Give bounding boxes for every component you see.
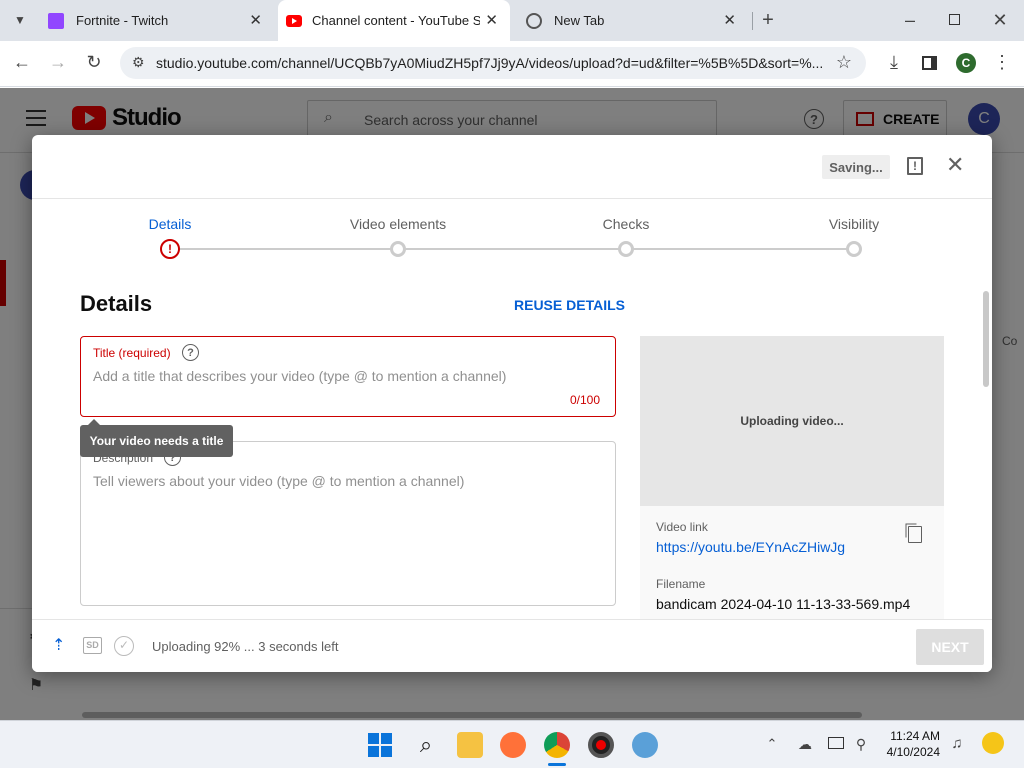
- upload-dialog: Saving... ! ✕ Details Video elements Che…: [32, 135, 992, 672]
- tab-separator: [752, 12, 753, 30]
- chrome-taskbar-icon[interactable]: [544, 732, 570, 758]
- stepper-track: [172, 248, 852, 250]
- close-tab-icon[interactable]: ✕: [723, 11, 736, 29]
- tab-new-tab[interactable]: New Tab ✕: [520, 0, 748, 41]
- step-checks-dot[interactable]: [618, 241, 634, 257]
- taskbar-time[interactable]: 11:24 AM: [886, 729, 940, 743]
- tab-youtube-studio[interactable]: Channel content - YouTube Studio ✕: [278, 0, 510, 41]
- reload-icon[interactable]: ↻: [84, 52, 104, 72]
- paint-app-icon[interactable]: [632, 732, 658, 758]
- close-tab-icon[interactable]: ✕: [249, 11, 262, 29]
- title-label: Title (required): [93, 346, 171, 360]
- restore-icon[interactable]: [949, 14, 960, 25]
- step-checks-label[interactable]: Checks: [556, 216, 696, 232]
- window-close-icon[interactable]: ✕: [990, 10, 1010, 30]
- tab-label: New Tab: [554, 13, 605, 28]
- filename-value: bandicam 2024-04-10 11-13-33-569.mp4: [656, 596, 911, 612]
- title-char-counter: 0/100: [570, 393, 601, 407]
- title-input[interactable]: Add a title that describes your video (t…: [93, 368, 506, 384]
- file-explorer-icon[interactable]: [457, 732, 483, 758]
- video-link-label: Video link: [656, 520, 708, 534]
- video-link[interactable]: https://youtu.be/EYnAcZHiwJg: [656, 539, 845, 555]
- title-field[interactable]: Title (required) ? Add a title that desc…: [80, 336, 616, 417]
- title-help-icon[interactable]: ?: [182, 344, 199, 361]
- filename-label: Filename: [656, 577, 706, 591]
- scrollbar-thumb[interactable]: [983, 291, 989, 387]
- details-heading: Details: [80, 291, 153, 316]
- saving-badge: Saving...: [822, 155, 890, 179]
- chrome-icon: [526, 12, 542, 29]
- weather-widget-icon[interactable]: [982, 732, 1004, 754]
- sd-quality-icon: SD: [83, 637, 102, 654]
- twitch-icon: [48, 12, 64, 29]
- menu-kebab-icon[interactable]: ⋮: [992, 52, 1012, 72]
- close-dialog-icon[interactable]: ✕: [946, 153, 964, 177]
- step-details-label[interactable]: Details: [100, 216, 240, 232]
- url-text: studio.youtube.com/channel/UCQBb7yA0Miud…: [156, 55, 824, 71]
- site-settings-icon[interactable]: ⚙: [132, 54, 145, 71]
- upload-arrow-icon: ⇡: [52, 637, 66, 654]
- bandicam-record-icon[interactable]: [588, 732, 614, 758]
- display-icon[interactable]: [828, 737, 844, 749]
- dialog-header-divider: [32, 198, 992, 199]
- download-icon[interactable]: ⤓: [884, 52, 904, 72]
- copy-link-icon[interactable]: [908, 526, 922, 543]
- tab-label: Channel content - YouTube Studio: [312, 13, 480, 28]
- tab-search-chevron-icon[interactable]: ▼: [10, 10, 30, 30]
- step-details-error-icon[interactable]: !: [160, 239, 180, 259]
- back-icon[interactable]: ←: [12, 52, 32, 72]
- side-panel-icon[interactable]: [922, 56, 937, 70]
- bookmark-star-icon[interactable]: ☆: [834, 52, 854, 72]
- upload-status-text: Uploading 92% ... 3 seconds left: [152, 639, 339, 654]
- active-app-indicator: [548, 763, 566, 766]
- feedback-report-icon[interactable]: !: [907, 157, 923, 175]
- onedrive-icon[interactable]: ☁: [796, 734, 814, 754]
- profile-avatar[interactable]: C: [956, 53, 976, 73]
- tray-overflow-chevron-icon[interactable]: ⌃: [764, 734, 780, 754]
- taskbar-date[interactable]: 4/10/2024: [880, 745, 940, 759]
- close-tab-icon[interactable]: ✕: [485, 11, 498, 29]
- forward-icon[interactable]: →: [48, 52, 68, 72]
- dialog-footer: ⇡ SD ✓ Uploading 92% ... 3 seconds left: [32, 619, 992, 672]
- windows-start-icon[interactable]: [368, 733, 392, 757]
- youtube-icon: [286, 14, 302, 27]
- notification-bell-icon[interactable]: ♫: [948, 734, 966, 754]
- address-bar[interactable]: ⚙ studio.youtube.com/channel/UCQBb7yA0Mi…: [120, 47, 866, 79]
- minimize-icon[interactable]: –: [900, 10, 920, 30]
- preview-status: Uploading video...: [740, 414, 844, 428]
- new-tab-plus-icon[interactable]: +: [758, 10, 778, 30]
- next-button[interactable]: NEXT: [916, 629, 984, 665]
- search-taskbar-icon[interactable]: ⌕: [413, 732, 439, 758]
- dialog-scrollbar[interactable]: [981, 285, 989, 615]
- step-video-elements-dot[interactable]: [390, 241, 406, 257]
- tab-twitch[interactable]: Fortnite - Twitch ✕: [42, 0, 274, 41]
- checks-complete-icon: ✓: [114, 636, 134, 656]
- tab-label: Fortnite - Twitch: [76, 13, 169, 28]
- description-input[interactable]: Tell viewers about your video (type @ to…: [93, 473, 464, 489]
- firefox-icon[interactable]: [500, 732, 526, 758]
- video-info-panel: Video link https://youtu.be/EYnAcZHiwJg …: [640, 506, 944, 626]
- title-required-tooltip: Your video needs a title: [80, 419, 233, 457]
- step-video-elements-label[interactable]: Video elements: [328, 216, 468, 232]
- description-field[interactable]: Description ? Tell viewers about your vi…: [80, 441, 616, 606]
- reuse-details-button[interactable]: REUSE DETAILS: [514, 297, 625, 313]
- step-visibility-label[interactable]: Visibility: [784, 216, 924, 232]
- network-icon[interactable]: ⚲: [852, 734, 870, 754]
- video-preview: Uploading video...: [640, 336, 944, 506]
- step-visibility-dot[interactable]: [846, 241, 862, 257]
